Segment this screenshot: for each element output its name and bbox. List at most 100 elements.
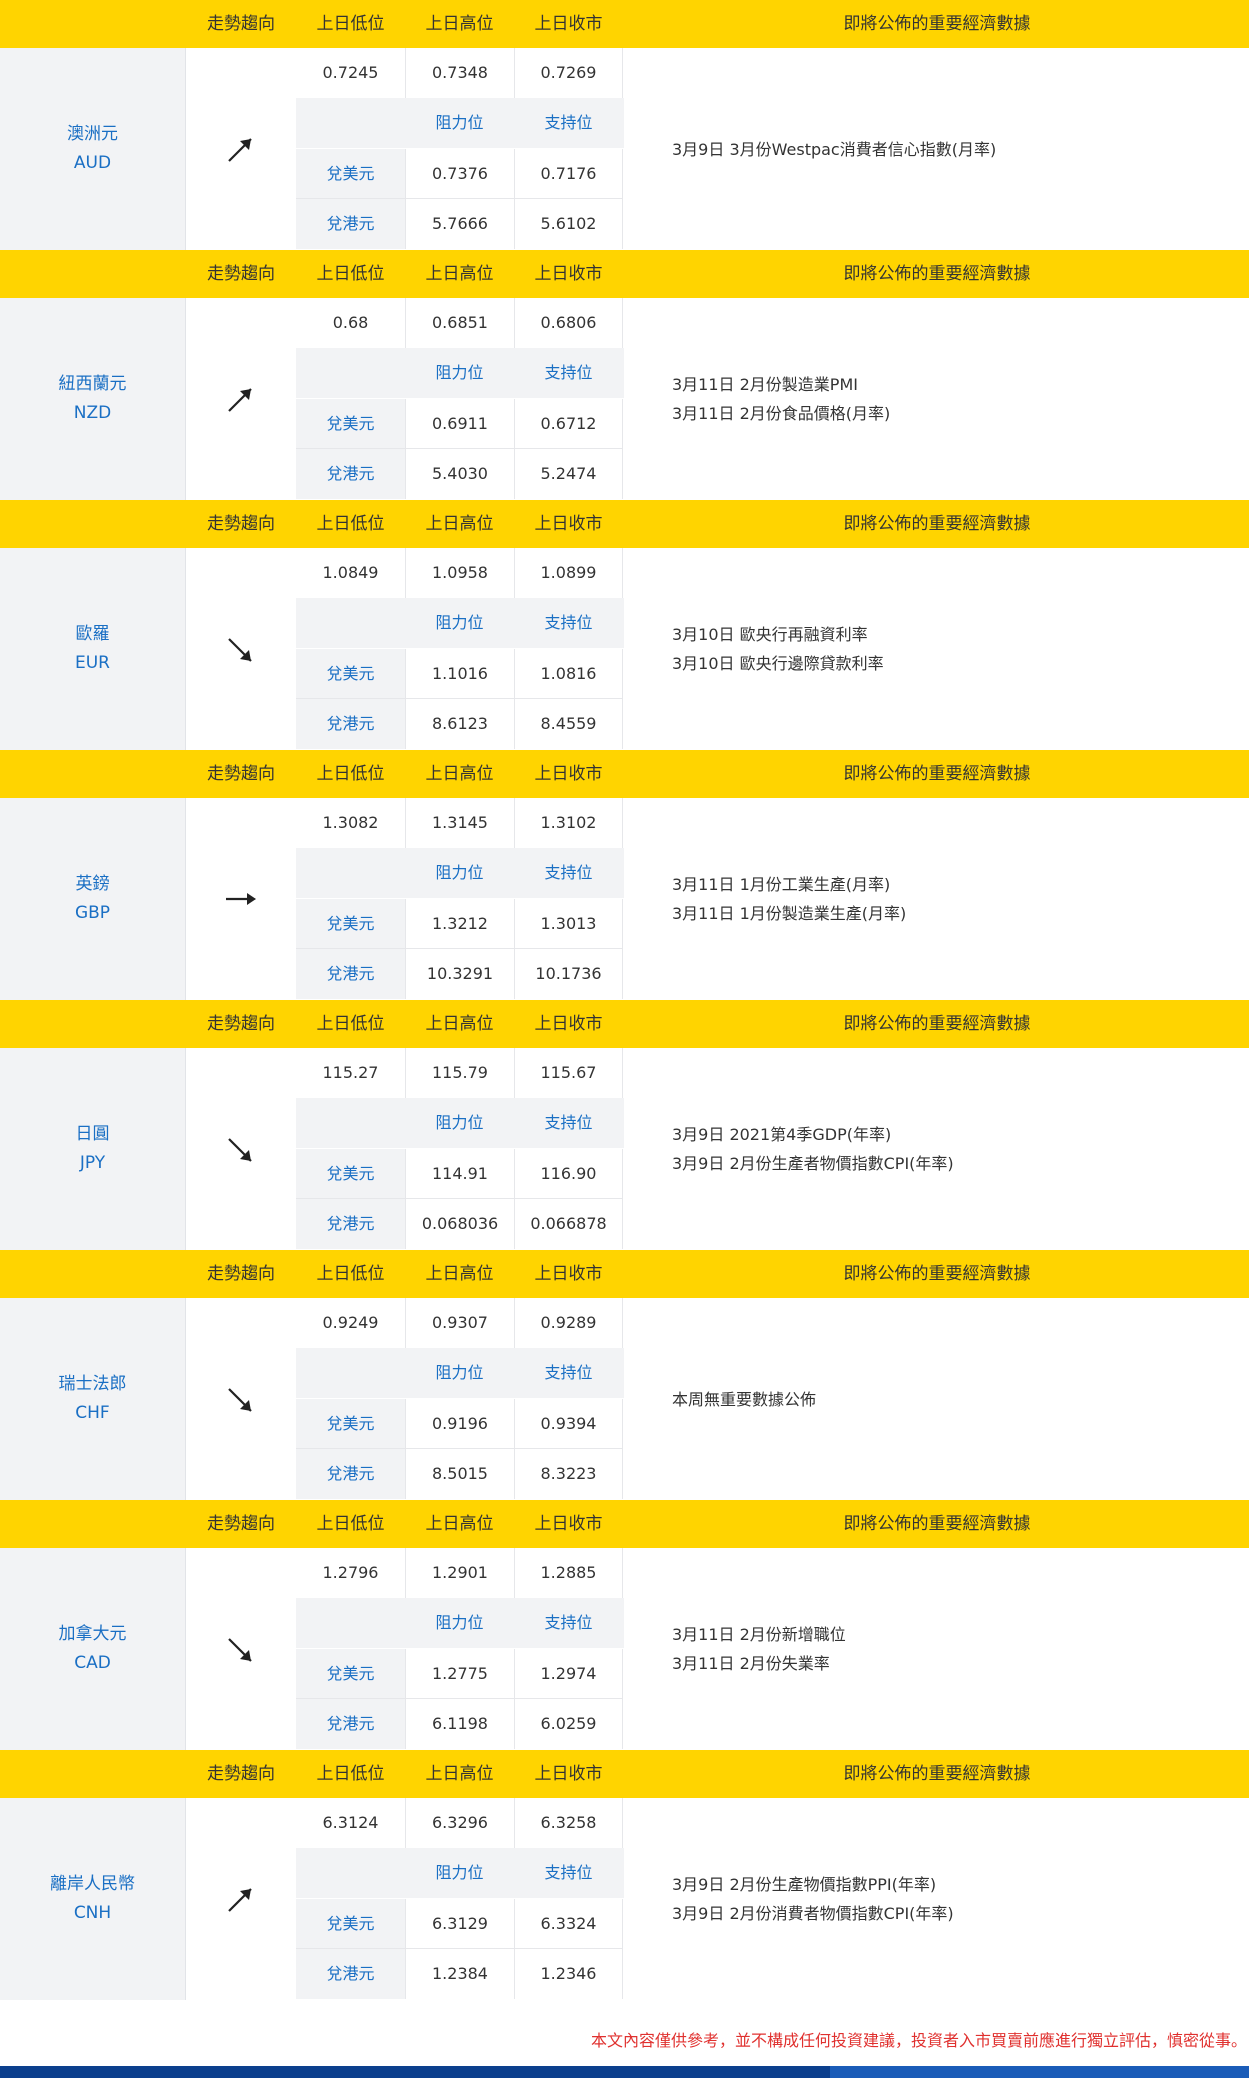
resistance-label: 阻力位 [435,1363,484,1382]
event-item: 3月10日 歐央行再融資利率 [672,625,868,644]
header-trend-label: 走勢趨向 [207,1514,275,1534]
header-close-label: 上日收市 [534,1014,603,1034]
table-header-bar: 走勢趨向 上日低位 上日高位 上日收市 即將公佈的重要經濟數據 [0,500,1249,548]
currency-block-nzd: 走勢趨向 上日低位 上日高位 上日收市 即將公佈的重要經濟數據 紐西蘭元 NZD 0.68 0.… [0,250,1249,500]
header-high-label: 上日高位 [425,1264,494,1284]
currency-name: 日圓 [75,1124,110,1144]
usd-support-value: 1.2974 [514,1649,623,1699]
vs-hkd-label: 兌港元 [296,1699,405,1749]
currency-code: NZD [73,403,112,423]
event-item: 3月9日 2月份生產者物價指數CPI(年率) [672,1154,954,1173]
trend-down-right-arrow-icon [228,1138,252,1162]
usd-resistance-value: 1.3212 [405,899,514,949]
resistance-label: 阻力位 [435,1113,484,1132]
hkd-resistance-value: 5.7666 [405,199,514,249]
trend-cell [186,48,296,250]
usd-resistance-value: 6.3129 [405,1899,514,1949]
usd-support-value: 1.3013 [514,899,623,949]
hkd-resistance-value: 10.3291 [405,949,514,999]
row-divider [296,698,622,699]
prev-close-value: 1.2885 [514,1548,623,1598]
prev-high-value: 1.3145 [405,798,514,848]
header-events-label: 即將公佈的重要經濟數據 [843,1014,1031,1034]
vs-usd-label: 兌美元 [296,1149,405,1199]
event-item: 3月11日 2月份食品價格(月率) [672,404,891,423]
trend-cell [186,298,296,500]
header-close-label: 上日收市 [534,1264,603,1284]
usd-resistance-value: 0.6911 [405,399,514,449]
header-low-label: 上日低位 [316,14,385,34]
upcoming-events-list: 3月11日 2月份製造業PMI 3月11日 2月份食品價格(月率) [672,298,1242,500]
currency-outlook-tables: 走勢趨向 上日低位 上日高位 上日收市 即將公佈的重要經濟數據 澳洲元 AUD 0.7245 0… [0,0,1249,2000]
prev-low-value: 0.68 [332,313,369,332]
header-low-label: 上日低位 [316,1764,385,1784]
footer-bar-accent [830,2066,1249,2078]
support-label: 支持位 [544,1113,593,1132]
prev-close-value: 0.7269 [514,48,623,98]
usd-resistance-value: 0.7376 [405,149,514,199]
support-label: 支持位 [544,1863,593,1882]
upcoming-events-list: 3月9日 2021第4季GDP(年率) 3月9日 2月份生產者物價指數CPI(年率… [672,1048,1242,1250]
header-high-label: 上日高位 [425,764,494,784]
header-trend-label: 走勢趨向 [207,764,275,784]
prev-close-value: 1.3102 [514,798,623,848]
table-header-bar: 走勢趨向 上日低位 上日高位 上日收市 即將公佈的重要經濟數據 [0,0,1249,48]
header-high-label: 上日高位 [425,1764,494,1784]
footer-bar [0,2066,1249,2078]
table-body: 澳洲元 AUD 0.7245 0.7348 0.7269 阻力位 支持位 兌美元 0.7376 0… [0,48,1249,250]
resistance-label: 阻力位 [435,113,484,132]
vs-hkd-label: 兌港元 [296,949,405,999]
currency-cell: 英鎊 GBP [0,798,186,1000]
hkd-support-value: 8.3223 [514,1449,623,1499]
trend-cell [186,1298,296,1500]
hkd-support-value: 6.0259 [514,1699,623,1749]
hkd-support-value: 8.4559 [514,699,623,749]
currency-block-eur: 走勢趨向 上日低位 上日高位 上日收市 即將公佈的重要經濟數據 歐羅 EUR 1.0849 1.… [0,500,1249,750]
resistance-label: 阻力位 [435,863,484,882]
prev-low-value: 1.2796 [322,1563,379,1582]
prev-high-value: 115.79 [405,1048,514,1098]
header-low-label: 上日低位 [316,1514,385,1534]
table-header-bar: 走勢趨向 上日低位 上日高位 上日收市 即將公佈的重要經濟數據 [0,250,1249,298]
header-high-label: 上日高位 [425,1014,494,1034]
usd-support-value: 6.3324 [514,1899,623,1949]
row-divider [296,1698,622,1699]
prev-low-value: 115.27 [322,1063,379,1082]
event-item: 本周無重要數據公佈 [672,1389,817,1409]
resistance-label: 阻力位 [435,1613,484,1632]
header-trend-label: 走勢趨向 [207,1764,275,1784]
prev-close-value: 0.6806 [514,298,623,348]
resistance-label: 阻力位 [435,613,484,632]
upcoming-events-list: 3月9日 2月份生產物價指數PPI(年率) 3月9日 2月份消費者物價指數CPI(… [672,1798,1242,2000]
usd-resistance-value: 0.9196 [405,1399,514,1449]
header-low-label: 上日低位 [316,264,385,284]
vs-usd-label: 兌美元 [296,149,405,199]
prev-low-value: 1.0849 [322,563,379,582]
vs-usd-label: 兌美元 [296,649,405,699]
header-low-label: 上日低位 [316,514,385,534]
table-body: 英鎊 GBP 1.3082 1.3145 1.3102 阻力位 支持位 兌美元 1.3212 1.… [0,798,1249,1000]
header-low-label: 上日低位 [316,1014,385,1034]
disclaimer-text: 本文內容僅供參考，並不構成任何投資建議，投資者入市買賣前應進行獨立評估，慎密從事… [590,2031,1247,2050]
event-item: 3月9日 2月份消費者物價指數CPI(年率) [672,1904,954,1923]
table-body: 歐羅 EUR 1.0849 1.0958 1.0899 阻力位 支持位 兌美元 1.1016 1.… [0,548,1249,750]
support-label: 支持位 [544,113,593,132]
event-item: 3月11日 1月份工業生產(月率) [672,875,891,894]
usd-support-value: 0.9394 [514,1399,623,1449]
currency-code: CHF [75,1403,110,1423]
currency-cell: 離岸人民幣 CNH [0,1798,186,2000]
usd-support-value: 1.0816 [514,649,623,699]
row-divider [296,198,622,199]
prev-close-value: 0.9289 [514,1298,623,1348]
currency-name: 加拿大元 [58,1624,127,1644]
row-divider [296,448,622,449]
hkd-resistance-value: 6.1198 [405,1699,514,1749]
usd-resistance-value: 1.1016 [405,649,514,699]
header-trend-label: 走勢趨向 [207,514,275,534]
trend-cell [186,1048,296,1250]
upcoming-events-list: 3月11日 2月份新增職位 3月11日 2月份失業率 [672,1548,1242,1750]
prev-high-value: 6.3296 [405,1798,514,1848]
currency-code: GBP [74,903,111,923]
event-item: 3月10日 歐央行邊際貸款利率 [672,654,884,673]
currency-cell: 瑞士法郎 CHF [0,1298,186,1500]
